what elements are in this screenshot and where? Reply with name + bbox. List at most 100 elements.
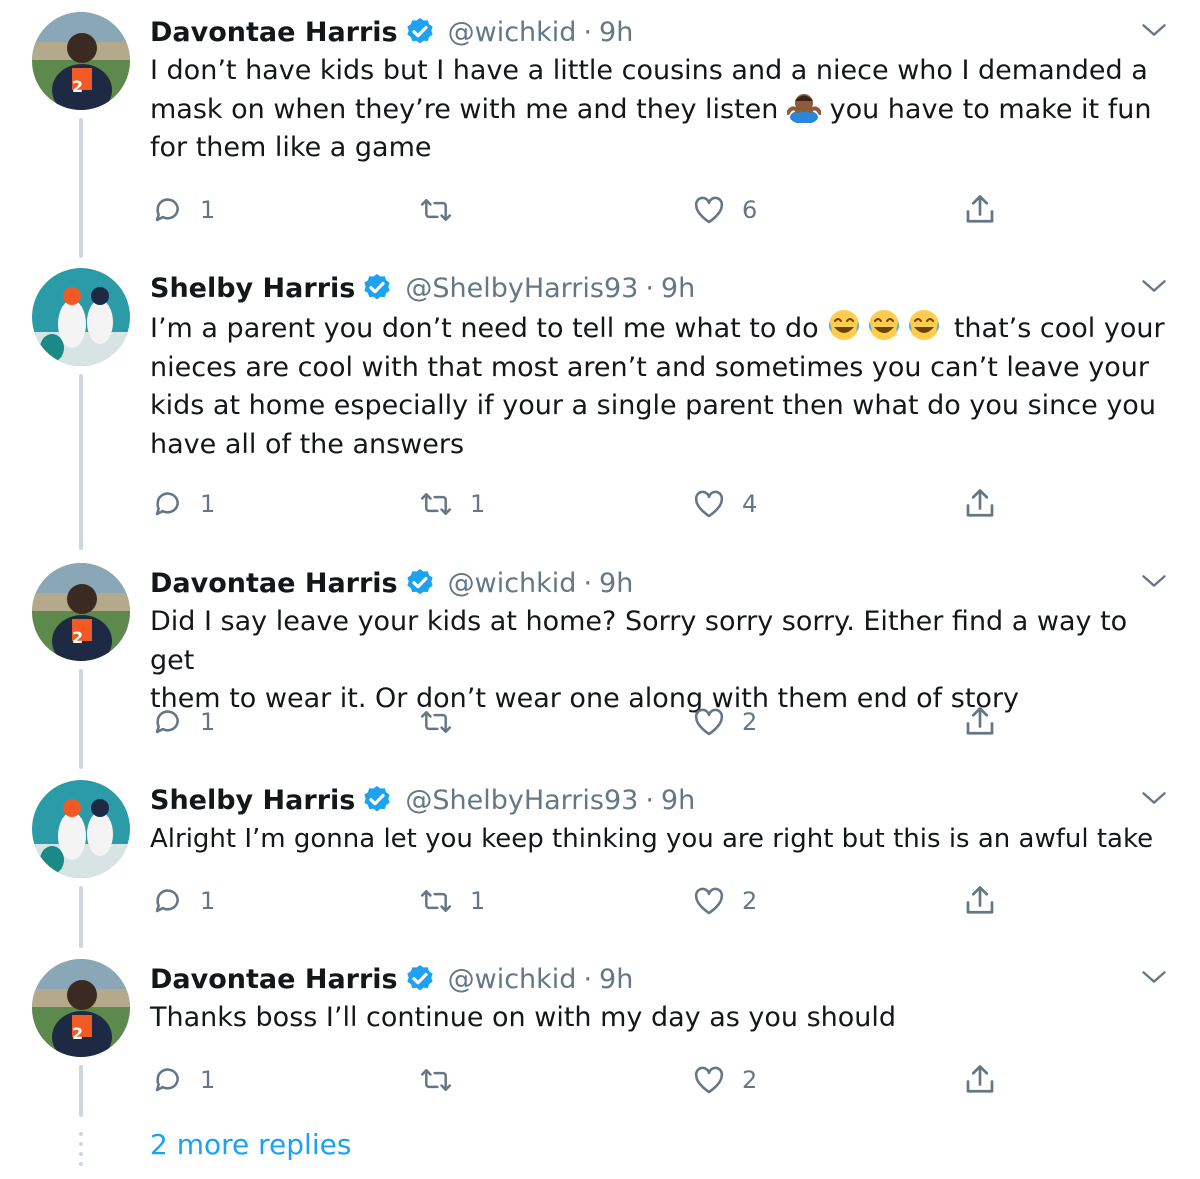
- tweet-text-line: I’m a parent you don’t need to tell me w…: [150, 313, 819, 344]
- svg-text:2: 2: [72, 628, 83, 647]
- retweet-button[interactable]: 1: [418, 881, 485, 921]
- display-name[interactable]: Davontae Harris: [150, 964, 398, 995]
- like-button[interactable]: 6: [692, 190, 757, 230]
- tweet-text-line: mask on when they’re with me and they li…: [150, 93, 779, 125]
- display-name[interactable]: Shelby Harris: [150, 273, 355, 304]
- tweet-text-line: nieces are cool with that most aren’t an…: [150, 351, 1149, 383]
- avatar[interactable]: 2: [32, 959, 130, 1057]
- avatar[interactable]: 2: [32, 563, 130, 661]
- like-count: 6: [742, 196, 758, 224]
- heart-icon: [694, 887, 724, 915]
- reply-button[interactable]: 1: [150, 881, 215, 921]
- handle[interactable]: @ShelbyHarris93: [405, 273, 638, 304]
- chevron-down-icon[interactable]: [1140, 963, 1168, 991]
- share-button[interactable]: [962, 1060, 998, 1100]
- thread-line: [79, 374, 83, 550]
- share-button[interactable]: [962, 881, 998, 921]
- tweet-text: I’m a parent you don’t need to tell me w…: [150, 308, 1180, 464]
- heart-icon: [694, 490, 724, 518]
- retweet-button[interactable]: 1: [418, 484, 485, 524]
- like-button[interactable]: 2: [692, 702, 757, 742]
- reply-count: 1: [200, 490, 216, 518]
- share-icon: [966, 195, 994, 223]
- chevron-down-icon[interactable]: [1140, 567, 1168, 595]
- like-button[interactable]: 4: [692, 484, 757, 524]
- tweet[interactable]: 2 Davontae Harris @wichkid · 9h Thanks b…: [0, 947, 1200, 1122]
- thread-line: [79, 886, 83, 948]
- chevron-down-icon[interactable]: [1140, 784, 1168, 812]
- handle[interactable]: @wichkid: [448, 17, 577, 48]
- timestamp[interactable]: 9h: [661, 785, 695, 816]
- separator: ·: [645, 272, 654, 304]
- heart-icon: [694, 1066, 724, 1094]
- separator: ·: [583, 567, 593, 599]
- display-name[interactable]: Shelby Harris: [150, 785, 355, 816]
- display-name[interactable]: Davontae Harris: [150, 17, 398, 48]
- tweet-text-line: I don’t have kids but I have a little co…: [150, 55, 1148, 86]
- retweet-icon: [420, 711, 452, 733]
- thread-line: [79, 1065, 83, 1117]
- verified-badge-icon: [406, 18, 433, 44]
- avatar[interactable]: [32, 780, 130, 878]
- tweet-text-line: Alright I’m gonna let you keep thinking …: [150, 824, 1154, 854]
- reply-thread: 2 Davontae Harris @wichkid · 9h I don’t …: [0, 0, 1200, 1179]
- verified-badge-icon: [406, 965, 433, 991]
- share-button[interactable]: [962, 484, 998, 524]
- tweet-text-line: have all of the answers: [150, 428, 465, 460]
- reply-button[interactable]: 1: [150, 190, 215, 230]
- retweet-button[interactable]: [418, 1060, 470, 1100]
- tweet[interactable]: 2 Davontae Harris @wichkid · 9h I don’t …: [0, 0, 1200, 258]
- tweet-text: Alright I’m gonna let you keep thinking …: [150, 820, 1195, 859]
- like-count: 2: [742, 708, 758, 736]
- timestamp[interactable]: 9h: [661, 273, 695, 304]
- reply-count: 1: [200, 887, 216, 915]
- reply-icon: [155, 1068, 179, 1092]
- tweet-text: Thanks boss I’ll continue on with my day…: [150, 999, 1180, 1038]
- verified-badge-icon: [406, 569, 433, 595]
- more-replies-link[interactable]: 2 more replies: [150, 1128, 351, 1161]
- heart-icon: [694, 708, 724, 736]
- tweet-text-line: that’s cool your: [953, 313, 1165, 344]
- handle[interactable]: @ShelbyHarris93: [405, 785, 638, 816]
- handle[interactable]: @wichkid: [448, 964, 577, 995]
- svg-text:2: 2: [72, 1024, 83, 1043]
- share-icon: [966, 489, 994, 517]
- person-shrugging-emoji: [787, 93, 822, 123]
- like-button[interactable]: 2: [692, 881, 757, 921]
- tweet-text-line: you have to make it fun: [829, 93, 1152, 125]
- reply-button[interactable]: 1: [150, 702, 215, 742]
- timestamp[interactable]: 9h: [599, 964, 633, 995]
- retweet-button[interactable]: [418, 702, 470, 742]
- avatar[interactable]: 2: [32, 12, 130, 110]
- handle[interactable]: @wichkid: [448, 568, 577, 599]
- timestamp[interactable]: 9h: [599, 17, 633, 48]
- chevron-down-icon[interactable]: [1140, 16, 1168, 44]
- chevron-down-icon[interactable]: [1140, 272, 1168, 300]
- avatar[interactable]: [32, 268, 130, 366]
- share-icon: [966, 707, 994, 735]
- share-icon: [966, 886, 994, 914]
- share-button[interactable]: [962, 190, 998, 230]
- reply-count: 1: [200, 708, 216, 736]
- reply-icon: [155, 889, 179, 913]
- tweet[interactable]: 2 Davontae Harris @wichkid · 9h Did I sa…: [0, 551, 1200, 769]
- like-count: 2: [742, 887, 758, 915]
- reply-button[interactable]: 1: [150, 1060, 215, 1100]
- more-replies-dots-icon: [79, 1132, 83, 1166]
- like-button[interactable]: 2: [692, 1060, 757, 1100]
- retweet-button[interactable]: [418, 190, 470, 230]
- reply-button[interactable]: 1: [150, 484, 215, 524]
- tweet-text-line: kids at home especially if your a single…: [150, 390, 1156, 421]
- reply-count: 1: [200, 1066, 216, 1094]
- tweet[interactable]: Shelby Harris @ShelbyHarris93 · 9h I’m a…: [0, 256, 1200, 550]
- share-button[interactable]: [962, 702, 998, 742]
- tweet-text-line: Thanks boss I’ll continue on with my day…: [150, 1002, 897, 1033]
- display-name[interactable]: Davontae Harris: [150, 568, 398, 599]
- retweet-count: 1: [470, 887, 486, 915]
- tweet[interactable]: Shelby Harris @ShelbyHarris93 · 9h Alrig…: [0, 768, 1200, 948]
- tears-of-joy-emoji: [829, 310, 940, 340]
- share-icon: [966, 1065, 994, 1093]
- timestamp[interactable]: 9h: [599, 568, 633, 599]
- heart-icon: [694, 196, 724, 224]
- retweet-count: 1: [470, 490, 486, 518]
